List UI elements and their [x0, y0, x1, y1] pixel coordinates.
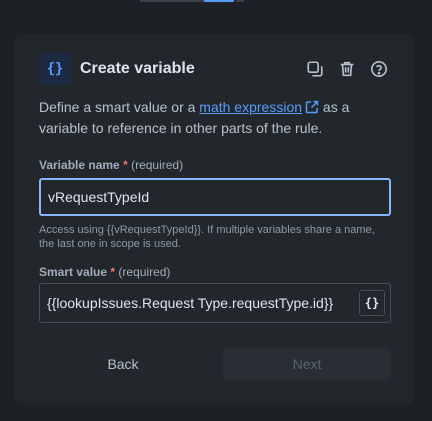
delete-button[interactable] [336, 58, 358, 80]
trash-icon [340, 61, 354, 77]
smart-value-label-text: Smart value [39, 265, 108, 279]
curly-braces-icon: {} [364, 296, 380, 310]
help-icon [370, 60, 388, 78]
help-button[interactable] [368, 58, 390, 80]
external-link-icon[interactable] [305, 100, 319, 114]
panel-title: Create variable [80, 60, 195, 77]
panel-header: {} Create variable [39, 52, 390, 86]
duplicate-button[interactable] [304, 58, 326, 80]
smart-value-text: {{lookupIssues.Request Type.requestType.… [47, 295, 334, 311]
required-asterisk: * [110, 265, 116, 279]
back-button[interactable]: Back [39, 348, 207, 380]
required-text: (required) [131, 158, 184, 172]
panel-footer: Back Next [39, 348, 391, 380]
create-variable-panel: {} Create variable Define a smart value … [15, 34, 414, 403]
description-text-before: Define a smart value or a [39, 99, 200, 115]
next-button[interactable]: Next [223, 348, 391, 380]
variable-name-label: Variable name * (required) [39, 158, 183, 172]
smart-value-label: Smart value * (required) [39, 265, 170, 279]
top-tab-indicator [0, 0, 432, 4]
math-expression-link[interactable]: math expression [199, 99, 302, 115]
tab-underline [140, 0, 204, 2]
variable-name-value: vRequestTypeId [48, 189, 150, 205]
duplicate-icon [307, 61, 323, 77]
required-asterisk: * [123, 158, 128, 172]
required-text: (required) [118, 265, 171, 279]
active-tab-underline [204, 0, 234, 2]
insert-smart-value-button[interactable]: {} [359, 290, 385, 316]
tab-underline [236, 0, 244, 2]
header-actions [304, 58, 390, 80]
smart-value-input[interactable]: {{lookupIssues.Request Type.requestType.… [39, 283, 391, 323]
variable-name-input[interactable]: vRequestTypeId [39, 178, 391, 216]
description: Define a smart value or a math expressio… [39, 97, 389, 139]
variable-name-label-text: Variable name [39, 158, 120, 172]
curly-braces-icon: {} [39, 53, 71, 85]
variable-name-help: Access using {{vRequestTypeId}}. If mult… [39, 224, 375, 250]
